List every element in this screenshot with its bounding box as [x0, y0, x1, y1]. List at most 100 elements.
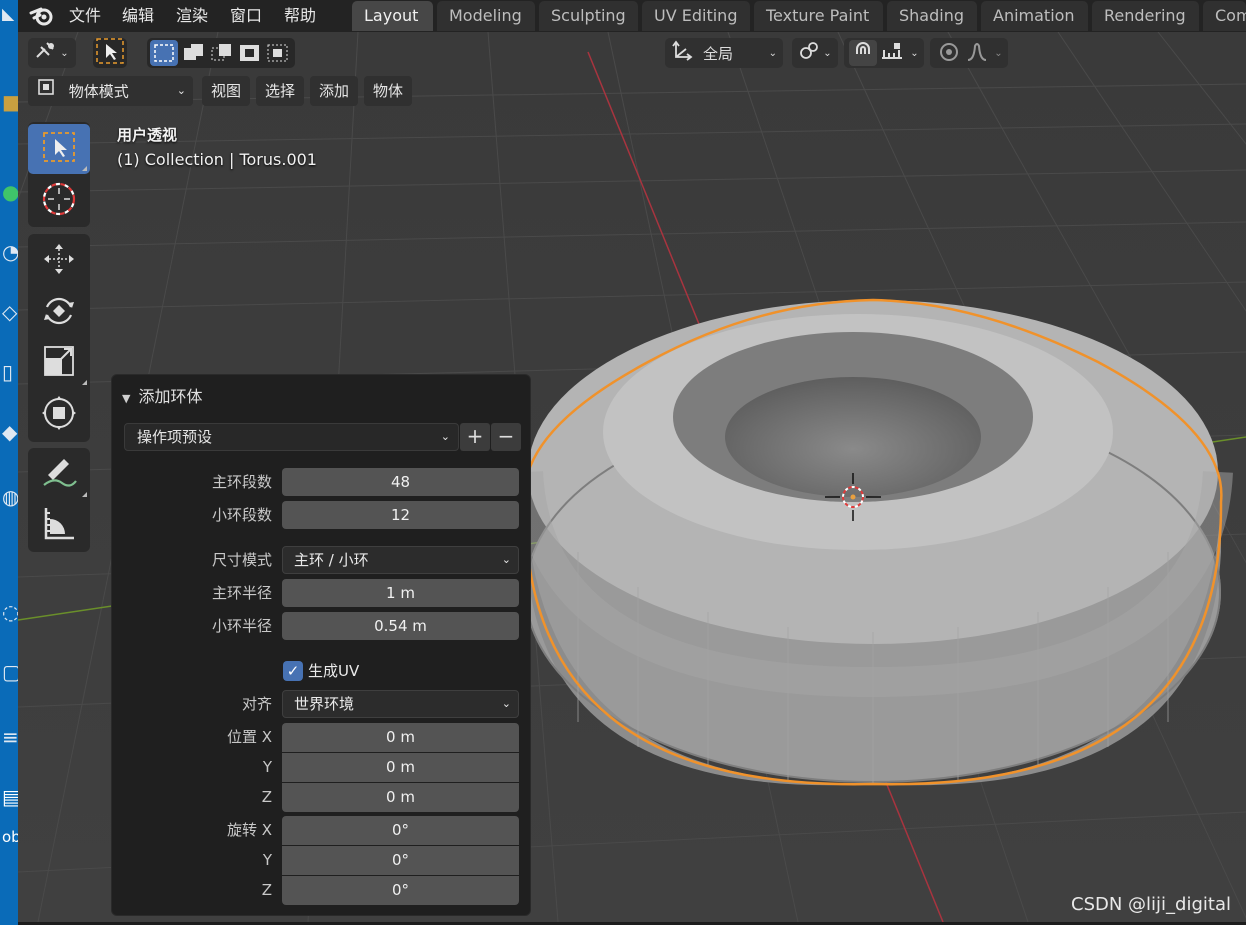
globe-icon: ◍	[2, 485, 18, 509]
chevron-down-icon: ⌄	[501, 553, 511, 566]
panel-header[interactable]: ▼ 添加环体	[122, 383, 202, 407]
major-radius-field[interactable]: 1 m	[282, 579, 519, 607]
scale-icon	[42, 344, 76, 382]
preset-label: 操作项预设	[137, 428, 213, 446]
menu-add[interactable]: 添加	[310, 76, 359, 106]
rotation-z-field[interactable]: 0°	[282, 876, 519, 905]
menu-select[interactable]: 选择	[256, 76, 305, 106]
view-name: 用户透视	[117, 126, 178, 144]
snap-increment-icon[interactable]	[877, 40, 907, 66]
desktop-strip: ◣ ■ ● ◔ ◇ ▯ ◆ ◍ ◌ ▢ ≡ ▤ ob	[0, 0, 18, 925]
menu-object[interactable]: 物体	[364, 76, 413, 106]
proportional-editing-group: ⌄	[930, 38, 1008, 68]
location-x-label: 位置 X	[226, 728, 272, 746]
phone-icon: ▢	[2, 660, 18, 684]
align-dropdown[interactable]: 世界环境 ⌄	[282, 690, 519, 718]
blender-logo-icon[interactable]	[28, 3, 56, 29]
tool-corner-indicator	[82, 380, 87, 385]
chat-app-icon: ●	[2, 180, 18, 204]
chevron-down-icon: ⌄	[440, 430, 450, 443]
document-icon: ▤	[2, 785, 18, 809]
major-segments-label: 主环段数	[211, 473, 272, 491]
collapse-triangle-icon[interactable]: ▼	[122, 392, 130, 405]
rotation-y-field[interactable]: 0°	[282, 846, 519, 875]
rotation-x-field[interactable]: 0°	[282, 816, 519, 845]
tool-transform[interactable]	[28, 390, 90, 440]
tool-measure[interactable]	[28, 500, 90, 550]
cursor-select-icon	[95, 37, 125, 69]
menu-edit[interactable]: 编辑	[122, 4, 154, 28]
tool-scale[interactable]	[28, 338, 90, 388]
select-box-icon	[41, 130, 77, 168]
editor-type-button[interactable]: ⌄	[28, 38, 76, 68]
dimensions-mode-dropdown[interactable]: 主环 / 小环 ⌄	[282, 546, 519, 574]
generate-uv-label[interactable]: 生成UV	[308, 661, 359, 681]
falloff-curve-icon[interactable]	[963, 40, 991, 66]
add-preset-button[interactable]: +	[460, 423, 490, 451]
select-set-icon[interactable]	[150, 40, 178, 66]
desktop-thumbnail-icon: ■	[2, 90, 18, 114]
torus-object[interactable]	[513, 298, 1233, 786]
file-icon: ▯	[2, 360, 14, 384]
tool-select-box[interactable]	[28, 124, 90, 174]
minor-segments-field[interactable]: 12	[282, 501, 519, 529]
select-extend-icon[interactable]	[180, 40, 208, 66]
rotation-z-label: Z	[261, 881, 272, 899]
snap-magnet-icon[interactable]	[849, 40, 878, 66]
location-x-field[interactable]: 0 m	[282, 723, 519, 752]
tool-group-annotate	[28, 448, 90, 552]
pivot-point-dropdown[interactable]: ⌄	[792, 38, 838, 68]
mode-dropdown[interactable]: 物体模式 ⌄	[28, 76, 193, 106]
transform-orientation-value: 全局	[703, 44, 734, 63]
tool-corner-indicator	[82, 166, 87, 171]
object-mode-icon	[36, 77, 56, 107]
major-radius-label: 主环半径	[211, 584, 272, 602]
tool-rotate[interactable]	[28, 288, 90, 338]
tool-group-transform	[28, 234, 90, 442]
cube-icon: ◇	[2, 300, 18, 324]
tab-animation[interactable]: Animation	[981, 1, 1088, 31]
minor-segments-label: 小环段数	[211, 506, 272, 524]
tool-move[interactable]	[28, 236, 90, 286]
select-subtract-icon[interactable]	[208, 40, 236, 66]
generate-uv-checkbox[interactable]: ✓	[283, 661, 303, 681]
tool-group-select	[28, 122, 90, 227]
proportional-editing-icon[interactable]	[935, 40, 963, 66]
minor-radius-label: 小环半径	[211, 617, 272, 635]
location-y-field[interactable]: 0 m	[282, 753, 519, 782]
select-intersect-icon[interactable]	[264, 40, 292, 66]
ruler-icon	[41, 505, 77, 545]
tab-sculpting[interactable]: Sculpting	[539, 1, 638, 31]
rotate-icon	[41, 293, 77, 333]
menu-view[interactable]: 视图	[202, 76, 251, 106]
tool-annotate[interactable]	[28, 450, 90, 500]
location-z-field[interactable]: 0 m	[282, 783, 519, 812]
tab-uv-editing[interactable]: UV Editing	[642, 1, 750, 31]
object-info: (1) Collection | Torus.001	[117, 150, 317, 169]
top-bar: 文件 编辑 渲染 窗口 帮助 Layout Modeling Sculpting…	[18, 0, 1246, 32]
select-tool-button[interactable]	[93, 38, 127, 68]
tag-icon: ◆	[2, 420, 18, 444]
tab-compositing[interactable]: Compositing	[1203, 1, 1246, 31]
transform-orientation-dropdown[interactable]: 全局 ⌄	[665, 38, 783, 68]
tab-modeling[interactable]: Modeling	[437, 1, 535, 31]
minor-radius-field[interactable]: 0.54 m	[282, 612, 519, 640]
tab-texture-paint[interactable]: Texture Paint	[754, 1, 883, 31]
tab-rendering[interactable]: Rendering	[1092, 1, 1199, 31]
menu-help[interactable]: 帮助	[284, 4, 316, 28]
menu-window[interactable]: 窗口	[230, 4, 262, 28]
menu-render[interactable]: 渲染	[176, 4, 208, 28]
tool-cursor[interactable]	[28, 176, 90, 226]
transform-icon	[41, 395, 77, 435]
menu-file[interactable]: 文件	[69, 4, 101, 28]
tab-layout[interactable]: Layout	[352, 1, 433, 31]
tab-shading[interactable]: Shading	[887, 1, 977, 31]
snapping-group: ⌄	[844, 38, 924, 68]
operator-presets-dropdown[interactable]: 操作项预设 ⌄	[124, 423, 459, 451]
location-y-label: Y	[262, 758, 272, 776]
align-label: 对齐	[241, 695, 272, 713]
panel-title: 添加环体	[138, 387, 203, 406]
select-invert-icon[interactable]	[236, 40, 264, 66]
major-segments-field[interactable]: 48	[282, 468, 519, 496]
remove-preset-button[interactable]: −	[491, 423, 521, 451]
